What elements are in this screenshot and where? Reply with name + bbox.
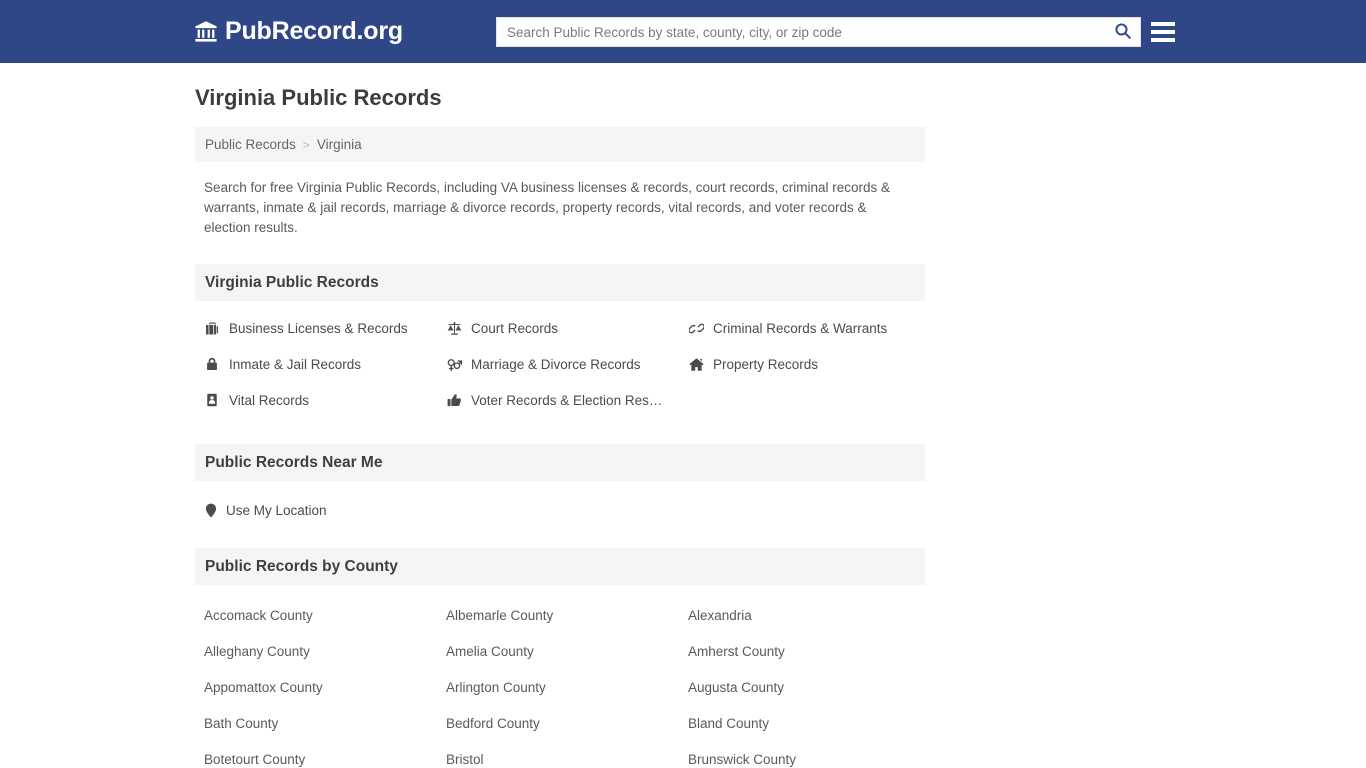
record-link-label: Property Records <box>713 356 819 372</box>
breadcrumb-separator: > <box>302 137 310 152</box>
search-icon <box>1114 22 1132 43</box>
use-my-location-link[interactable]: Use My Location <box>226 503 327 518</box>
venus-mars-icon <box>446 356 462 372</box>
county-link[interactable]: Bath County <box>204 705 446 741</box>
page-title: Virginia Public Records <box>195 85 442 110</box>
hamburger-bar <box>1151 30 1175 34</box>
hamburger-menu-icon[interactable] <box>1151 18 1175 46</box>
section-title: Public Records Near Me <box>205 454 383 472</box>
county-link[interactable]: Bristol <box>446 741 688 768</box>
county-link[interactable]: Bland County <box>688 705 934 741</box>
search-button[interactable] <box>1106 18 1140 46</box>
thumbs-up-icon <box>446 392 462 408</box>
record-link-inmate-jail[interactable]: Inmate & Jail Records <box>204 346 446 382</box>
county-link[interactable]: Arlington County <box>446 669 688 705</box>
home-icon <box>688 356 704 372</box>
id-card-icon <box>204 392 220 408</box>
county-link[interactable]: Botetourt County <box>204 741 446 768</box>
map-marker-icon <box>204 502 217 518</box>
county-link[interactable]: Albemarle County <box>446 597 688 633</box>
record-link-label: Inmate & Jail Records <box>229 356 362 372</box>
record-type-grid: Business Licenses & Records Court Record… <box>195 310 925 418</box>
section-title: Virginia Public Records <box>205 274 379 292</box>
record-link-court-records[interactable]: Court Records <box>446 310 688 346</box>
section-title: Public Records by County <box>205 558 398 576</box>
content-container: Virginia Public Records Public Records >… <box>195 85 925 768</box>
handcuffs-icon <box>688 320 704 336</box>
record-link-label: Court Records <box>471 320 559 336</box>
record-link-criminal-records[interactable]: Criminal Records & Warrants <box>688 310 934 346</box>
record-link-voter-records[interactable]: Voter Records & Election Res… <box>446 382 688 418</box>
breadcrumb: Public Records > Virginia <box>195 127 925 163</box>
site-header: PubRecord.org <box>0 0 1366 63</box>
record-link-business-licenses[interactable]: Business Licenses & Records <box>204 310 446 346</box>
lock-icon <box>204 356 220 372</box>
bank-icon <box>194 20 218 44</box>
record-link-label: Business Licenses & Records <box>229 320 408 336</box>
county-link[interactable]: Amherst County <box>688 633 934 669</box>
use-my-location-row: Use My Location <box>195 498 925 522</box>
county-link[interactable]: Alexandria <box>688 597 934 633</box>
county-link[interactable]: Alleghany County <box>204 633 446 669</box>
record-link-marriage-divorce[interactable]: Marriage & Divorce Records <box>446 346 688 382</box>
section-header-near-me: Public Records Near Me <box>195 444 925 482</box>
briefcase-icon <box>204 320 220 336</box>
hamburger-bar <box>1151 38 1175 42</box>
section-header-records: Virginia Public Records <box>195 264 925 302</box>
page-description: Search for free Virginia Public Records,… <box>204 180 891 236</box>
search-bar <box>496 17 1141 47</box>
county-link[interactable]: Brunswick County <box>688 741 934 768</box>
county-grid: Accomack County Albemarle County Alexand… <box>195 597 925 768</box>
site-logo[interactable]: PubRecord.org <box>194 19 403 44</box>
balance-scale-icon <box>446 320 462 336</box>
record-link-label: Criminal Records & Warrants <box>713 320 888 336</box>
search-input[interactable] <box>497 18 1106 46</box>
record-link-vital-records[interactable]: Vital Records <box>204 382 446 418</box>
county-link[interactable]: Amelia County <box>446 633 688 669</box>
record-link-label: Voter Records & Election Res… <box>471 392 663 408</box>
county-link[interactable]: Augusta County <box>688 669 934 705</box>
section-header-counties: Public Records by County <box>195 548 925 586</box>
county-link[interactable]: Bedford County <box>446 705 688 741</box>
breadcrumb-item-current: Virginia <box>316 137 362 153</box>
record-link-property-records[interactable]: Property Records <box>688 346 934 382</box>
record-link-label: Marriage & Divorce Records <box>471 356 641 372</box>
site-logo-text: PubRecord.org <box>225 17 403 45</box>
county-link[interactable]: Accomack County <box>204 597 446 633</box>
county-link[interactable]: Appomattox County <box>204 669 446 705</box>
record-link-label: Vital Records <box>229 392 310 408</box>
page-content: Virginia Public Records Public Records >… <box>0 63 1366 768</box>
breadcrumb-item-root[interactable]: Public Records <box>205 137 296 152</box>
hamburger-bar <box>1151 22 1175 26</box>
